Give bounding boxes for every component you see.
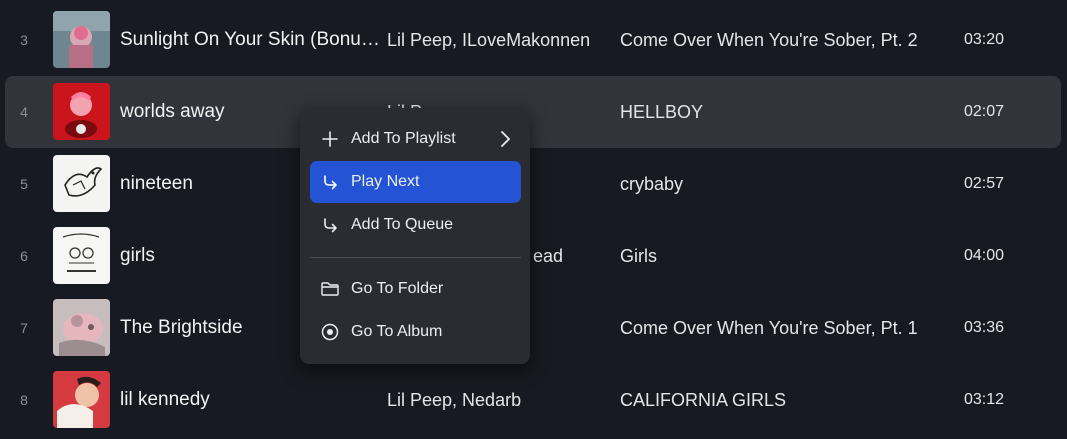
track-album[interactable]: Come Over When You're Sober, Pt. 2: [620, 4, 950, 76]
menu-item-label: Play Next: [351, 173, 420, 190]
track-duration: 03:12: [964, 391, 1005, 408]
album-art[interactable]: [53, 227, 110, 284]
menu-item-play-next[interactable]: Play Next: [310, 161, 521, 203]
menu-item-label: Add To Queue: [351, 216, 454, 233]
track-duration: 02:57: [964, 175, 1005, 192]
album-icon: [320, 322, 340, 342]
menu-item-go-to-folder[interactable]: Go To Folder: [310, 268, 521, 310]
track-number: 5: [20, 176, 28, 192]
track-duration: 03:20: [964, 31, 1005, 48]
folder-icon: [320, 279, 340, 299]
track-row[interactable]: 7 The Brightside Come Over When You're S…: [5, 292, 1061, 364]
track-row[interactable]: 6 girls ead Girls 04:00: [5, 220, 1061, 292]
plus-icon: [320, 129, 340, 149]
track-number: 4: [20, 104, 28, 120]
track-album[interactable]: CALIFORNIA GIRLS: [620, 364, 950, 436]
track-album[interactable]: HELLBOY: [620, 76, 950, 148]
album-art[interactable]: [53, 83, 110, 140]
track-title: lil kennedy: [120, 389, 210, 410]
album-art[interactable]: [53, 371, 110, 428]
track-title: Sunlight On Your Skin (Bonus...: [120, 29, 382, 50]
menu-item-label: Go To Album: [351, 323, 443, 340]
track-album[interactable]: crybaby: [620, 148, 950, 220]
track-number: 7: [20, 320, 28, 336]
play-next-icon: [320, 172, 340, 192]
track-list: 3 Sunlight On Your Skin (Bonus... Lil Pe…: [0, 0, 1067, 439]
menu-item-add-to-queue[interactable]: Add To Queue: [310, 204, 521, 246]
track-row[interactable]: 5 nineteen crybaby 02:57: [5, 148, 1061, 220]
album-art[interactable]: [53, 299, 110, 356]
chevron-right-icon: [495, 129, 515, 149]
track-album[interactable]: Girls: [620, 220, 950, 292]
track-row[interactable]: 8 lil kennedy Lil Peep, Nedarb CALIFORNI…: [5, 364, 1061, 436]
track-artist[interactable]: Lil Peep, ILoveMakonnen: [387, 4, 612, 76]
track-number: 6: [20, 248, 28, 264]
track-number: 3: [20, 32, 28, 48]
add-to-queue-icon: [320, 215, 340, 235]
track-duration: 03:36: [964, 319, 1005, 336]
track-row[interactable]: 4 worlds away Lil Peep HELLBOY 02:07: [5, 76, 1061, 148]
menu-item-add-to-playlist[interactable]: Add To Playlist: [310, 118, 521, 160]
track-row[interactable]: 3 Sunlight On Your Skin (Bonus... Lil Pe…: [5, 4, 1061, 76]
menu-item-go-to-album[interactable]: Go To Album: [310, 311, 521, 353]
album-art[interactable]: [53, 11, 110, 68]
track-duration: 04:00: [964, 247, 1005, 264]
menu-item-label: Add To Playlist: [351, 130, 456, 147]
track-album[interactable]: Come Over When You're Sober, Pt. 1: [620, 292, 950, 364]
track-number: 8: [20, 392, 28, 408]
track-artist[interactable]: Lil Peep, Nedarb: [387, 364, 612, 436]
menu-divider: [310, 257, 521, 258]
track-duration: 02:07: [964, 103, 1005, 120]
album-art[interactable]: [53, 155, 110, 212]
menu-item-label: Go To Folder: [351, 280, 444, 297]
context-menu: Add To Playlist Play Next Add To Queue G…: [300, 108, 530, 364]
